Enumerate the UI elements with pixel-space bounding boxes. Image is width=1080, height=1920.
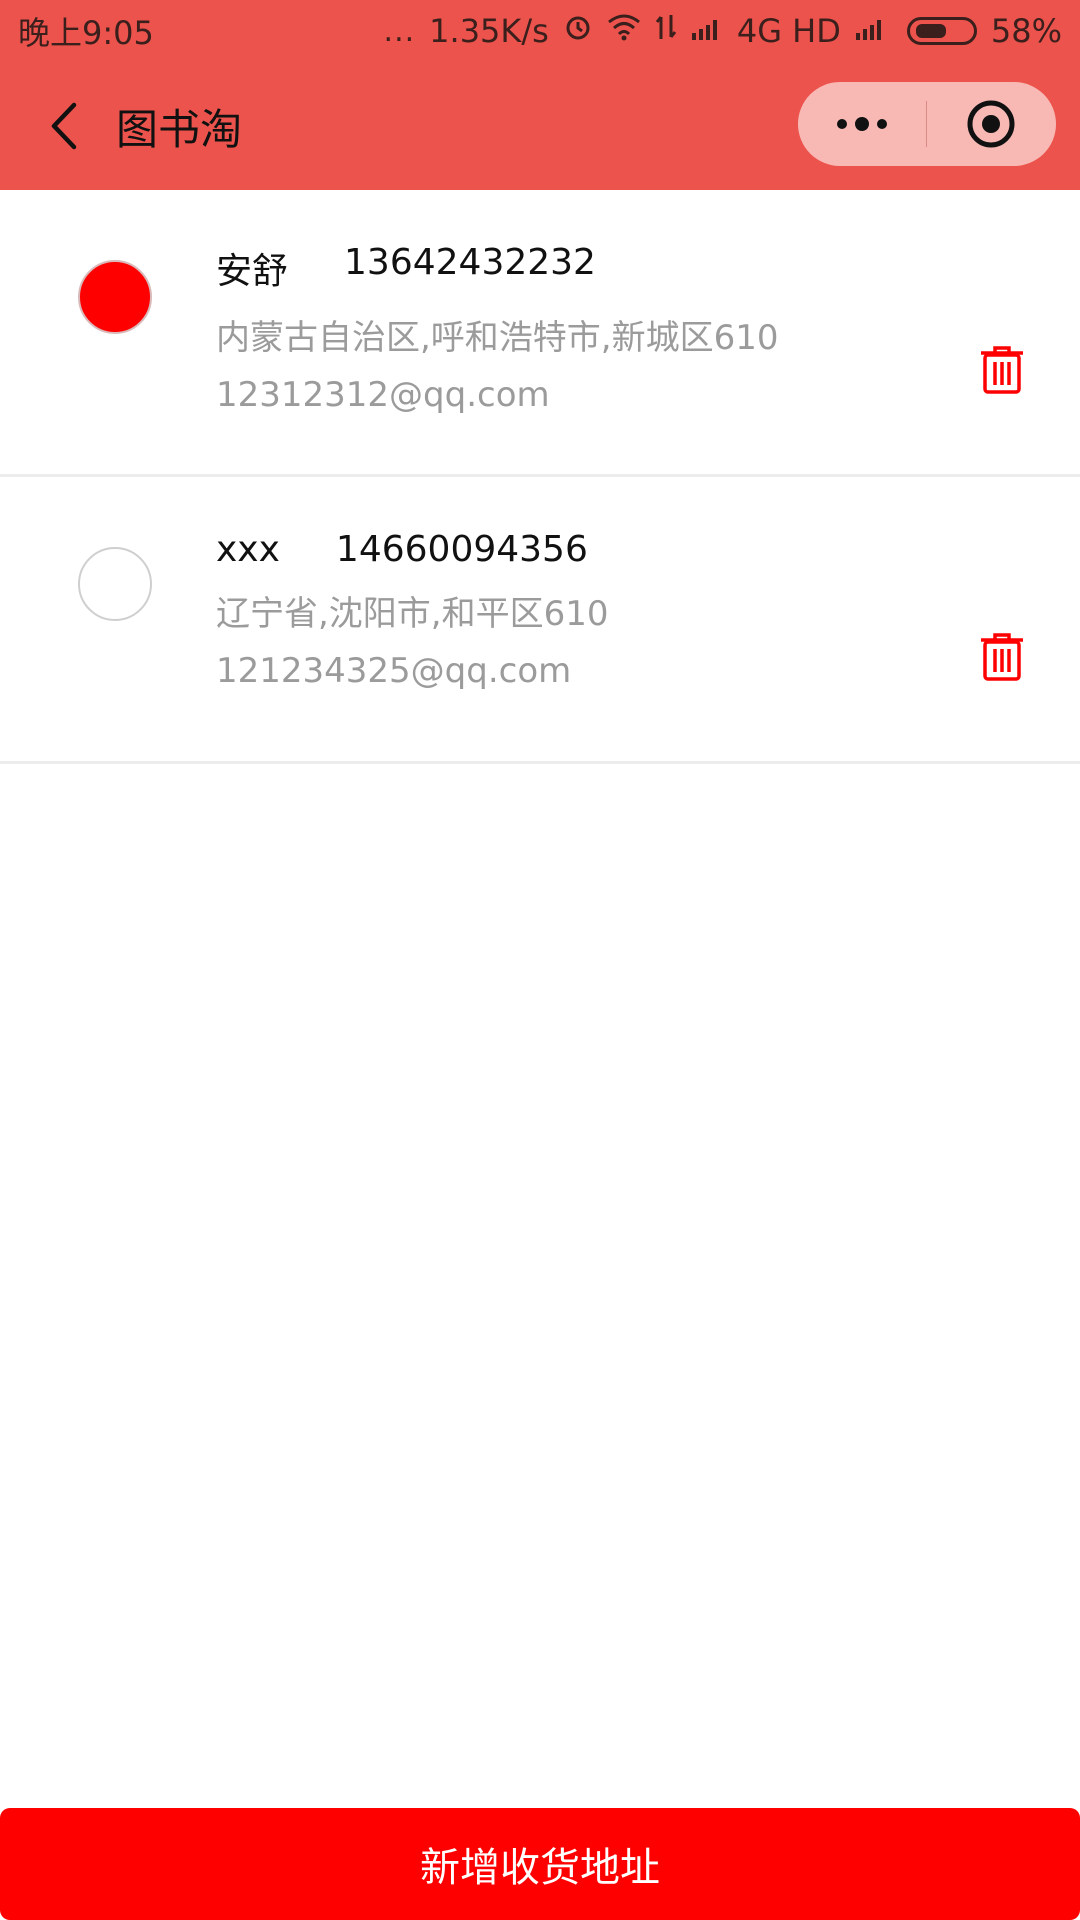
select-radio[interactable] — [78, 547, 152, 621]
address-item[interactable]: xxx 14660094356 辽宁省,沈阳市,和平区610 121234325… — [0, 477, 1080, 764]
close-mini-program-button[interactable] — [927, 82, 1055, 166]
data-arrows-icon — [655, 13, 677, 49]
nav-header: 图书淘 — [0, 62, 1080, 190]
battery-icon — [906, 17, 977, 45]
more-button[interactable] — [798, 82, 926, 166]
trash-icon — [981, 346, 1023, 394]
contact-phone: 14660094356 — [335, 529, 588, 570]
chevron-left-icon — [51, 102, 77, 150]
status-bar: 晚上9:05 ... 1.35K/s 4G HD 58% — [0, 0, 1080, 62]
status-indicators: ... 1.35K/s 4G HD 58% — [384, 12, 1062, 50]
record-target-icon — [967, 100, 1015, 148]
contact-name: xxx — [216, 529, 280, 570]
status-time: 晚上9:05 — [18, 14, 154, 52]
alarm-icon — [563, 12, 593, 50]
back-button[interactable] — [24, 86, 104, 166]
delete-button[interactable] — [976, 629, 1028, 685]
contact-name: 安舒 — [216, 251, 289, 292]
battery-percent: 58% — [990, 12, 1062, 50]
network-type: 4G HD — [736, 12, 841, 50]
address-list: 安舒 13642432232 内蒙古自治区,呼和浩特市,新城区610 12312… — [0, 190, 1080, 764]
battery-fill — [915, 24, 946, 38]
address-item[interactable]: 安舒 13642432232 内蒙古自治区,呼和浩特市,新城区610 12312… — [0, 190, 1080, 477]
more-notifications-icon: ... — [383, 13, 416, 49]
select-radio[interactable] — [78, 260, 152, 334]
page-title: 图书淘 — [116, 104, 243, 154]
contact-line: 安舒 13642432232 — [216, 242, 779, 294]
address-info: xxx 14660094356 辽宁省,沈阳市,和平区610 121234325… — [216, 529, 609, 691]
add-address-button[interactable]: 新增收货地址 — [0, 1808, 1080, 1920]
network-speed: 1.35K/s — [429, 12, 549, 50]
address-text: 内蒙古自治区,呼和浩特市,新城区610 — [216, 318, 779, 358]
address-text: 辽宁省,沈阳市,和平区610 — [216, 594, 609, 634]
address-info: 安舒 13642432232 内蒙古自治区,呼和浩特市,新城区610 12312… — [216, 242, 779, 415]
email-text: 12312312@qq.com — [216, 375, 550, 415]
signal-icon — [691, 14, 723, 49]
page: 晚上9:05 ... 1.35K/s 4G HD 58% 图书淘 安舒 1364… — [0, 0, 1080, 1920]
delete-button[interactable] — [976, 342, 1028, 398]
contact-phone: 13642432232 — [344, 242, 596, 283]
contact-line: xxx 14660094356 — [216, 529, 609, 570]
signal-icon-2 — [855, 14, 887, 49]
more-dots-icon — [837, 117, 887, 131]
email-text: 121234325@qq.com — [216, 651, 572, 691]
wifi-icon — [607, 13, 641, 49]
mini-program-capsule — [798, 82, 1056, 166]
trash-icon — [981, 633, 1023, 681]
